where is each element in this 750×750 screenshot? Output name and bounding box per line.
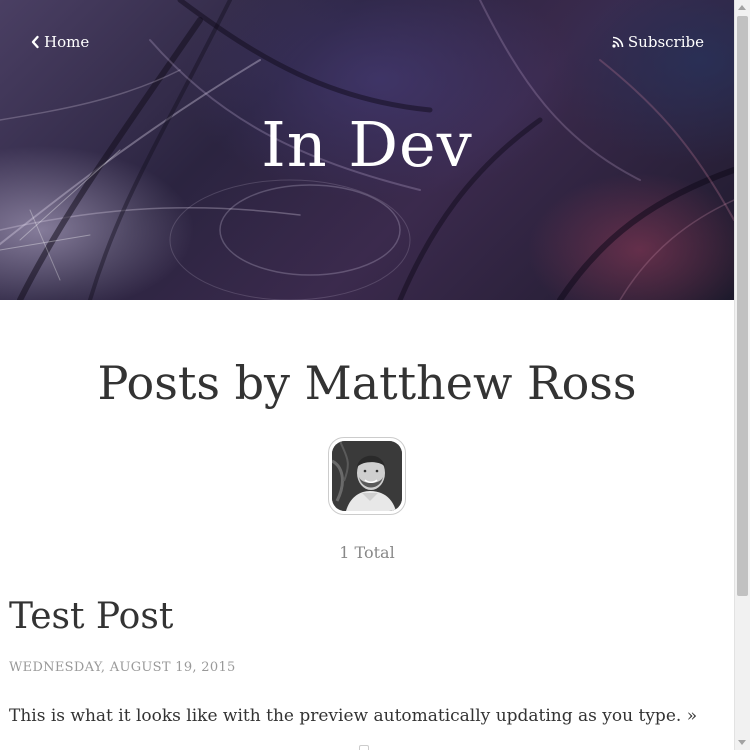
subscribe-link[interactable]: Subscribe: [612, 33, 704, 51]
home-link[interactable]: Home: [30, 33, 89, 51]
post-excerpt-text: This is what it looks like with the prev…: [9, 706, 682, 726]
post-count: 1 Total: [339, 543, 395, 562]
scrollbar-thumb[interactable]: [737, 16, 748, 596]
post-title-link[interactable]: Test Post: [9, 596, 173, 637]
author-photo: [332, 441, 402, 511]
post-divider: [359, 745, 369, 750]
post-excerpt: This is what it looks like with the prev…: [9, 706, 697, 726]
vertical-scrollbar[interactable]: [734, 0, 750, 750]
home-link-label: Home: [44, 33, 90, 51]
scroll-down-arrow-icon[interactable]: [738, 740, 746, 745]
blog-header: Home Subscribe In Dev: [0, 0, 734, 300]
author-heading: Posts by Matthew Ross: [97, 356, 637, 410]
blog-title[interactable]: In Dev: [0, 108, 734, 181]
subscribe-link-label: Subscribe: [627, 33, 704, 51]
post-date: WEDNESDAY, AUGUST 19, 2015: [9, 660, 236, 675]
author-avatar: [328, 437, 406, 515]
rss-icon: [612, 36, 624, 48]
chevron-left-icon: [30, 35, 40, 49]
read-more-link[interactable]: »: [687, 706, 697, 726]
scroll-up-arrow-icon[interactable]: [738, 5, 746, 10]
